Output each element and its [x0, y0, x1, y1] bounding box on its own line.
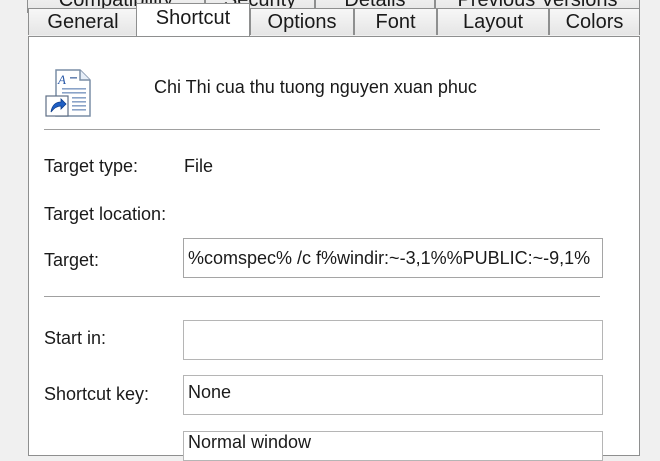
tab-font[interactable]: Font: [354, 8, 437, 35]
separator: [44, 129, 600, 131]
target-field[interactable]: %comspec% /c f%windir:~-3,1%%PUBLIC:~-9,…: [183, 238, 603, 278]
tab-general[interactable]: General: [28, 8, 138, 35]
tab-row-front: General Shortcut Options Font Layout Col…: [0, 3, 660, 37]
tab-colors[interactable]: Colors: [549, 8, 640, 35]
start-in-field[interactable]: [183, 320, 603, 360]
tab-options[interactable]: Options: [250, 8, 354, 35]
separator: [44, 296, 600, 298]
shortcut-key-label: Shortcut key:: [44, 384, 150, 404]
tab-shortcut[interactable]: Shortcut: [136, 3, 250, 36]
shortcut-key-field[interactable]: None: [183, 375, 603, 415]
run-select[interactable]: Normal window: [183, 431, 603, 461]
document-shortcut-icon: A: [45, 69, 91, 117]
shortcut-name: Chi Thi cua thu tuong nguyen xuan phuc: [154, 77, 477, 97]
target-label: Target:: [44, 250, 100, 270]
target-type-label: Target type:: [44, 156, 139, 176]
target-type-value: File: [184, 156, 214, 176]
svg-text:A: A: [57, 72, 66, 87]
start-in-label: Start in:: [44, 328, 107, 348]
target-location-label: Target location:: [44, 204, 167, 224]
tab-layout[interactable]: Layout: [437, 8, 549, 35]
